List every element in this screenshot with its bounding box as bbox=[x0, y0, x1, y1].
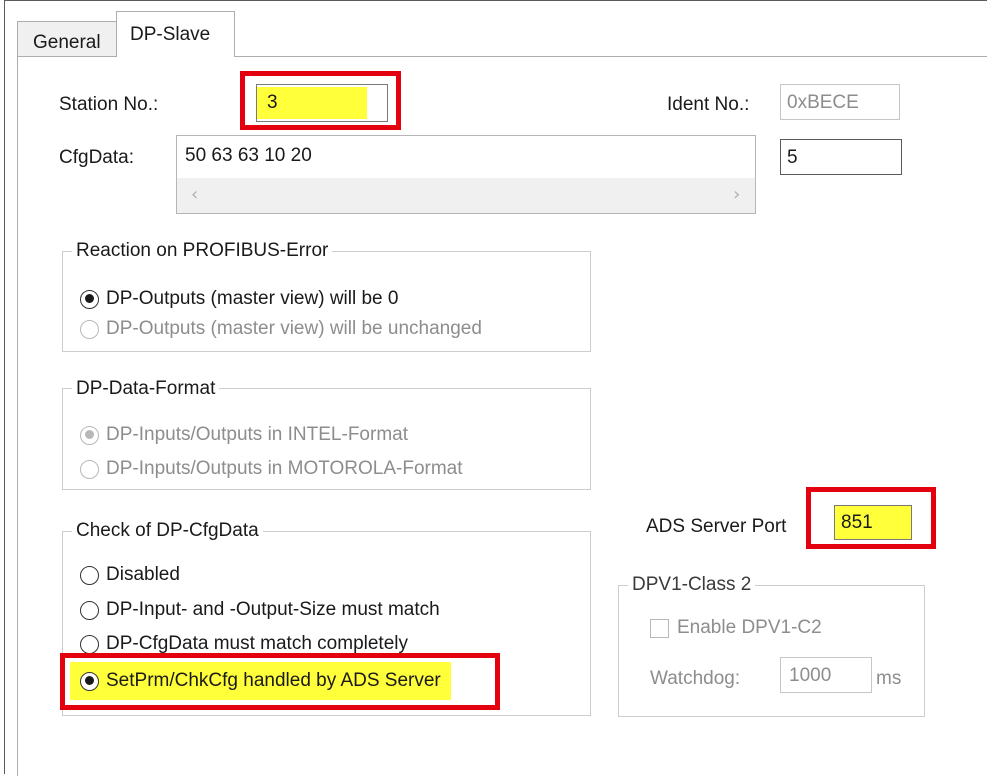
reaction-group-title: Reaction on PROFIBUS-Error bbox=[72, 240, 333, 262]
radio-outputs-unchanged-circle[interactable] bbox=[80, 319, 99, 339]
ads-server-port-label: ADS Server Port bbox=[646, 516, 787, 537]
watchdog-input: 1000 bbox=[780, 657, 872, 693]
radio-outputs-zero-label: DP-Outputs (master view) will be 0 bbox=[106, 288, 399, 309]
radio-motorola-format[interactable]: DP-Inputs/Outputs in MOTOROLA-Format bbox=[80, 458, 463, 480]
radio-outputs-zero-circle[interactable] bbox=[80, 289, 99, 309]
ads-server-port-annotation bbox=[806, 487, 936, 549]
tab-dp-slave[interactable]: DP-Slave bbox=[116, 11, 235, 57]
radio-intel-format-circle[interactable] bbox=[80, 425, 99, 445]
ident-no-label: Ident No.: bbox=[667, 94, 750, 115]
watchdog-unit-label: ms bbox=[876, 668, 902, 689]
tab-general[interactable]: General bbox=[17, 21, 117, 57]
scroll-right-icon[interactable]: › bbox=[733, 184, 740, 205]
cfgdata-label: CfgData: bbox=[59, 147, 134, 168]
radio-outputs-unchanged[interactable]: DP-Outputs (master view) will be unchang… bbox=[80, 318, 482, 340]
radio-outputs-unchanged-label: DP-Outputs (master view) will be unchang… bbox=[106, 318, 482, 339]
radio-intel-format-label: DP-Inputs/Outputs in INTEL-Format bbox=[106, 424, 408, 445]
cfgdata-horizontal-scrollbar[interactable]: ‹ › bbox=[177, 178, 755, 213]
data-format-group-title: DP-Data-Format bbox=[72, 378, 220, 400]
station-no-label: Station No.: bbox=[59, 94, 159, 115]
radio-cfg-disabled-circle[interactable] bbox=[80, 565, 99, 585]
radio-motorola-format-label: DP-Inputs/Outputs in MOTOROLA-Format bbox=[106, 458, 463, 479]
tab-general-label: General bbox=[33, 32, 101, 53]
cfgdata-length-input[interactable]: 5 bbox=[780, 139, 902, 175]
radio-cfgdata-match-completely-label: DP-CfgData must match completely bbox=[106, 633, 408, 654]
enable-dpv1-c2-label: Enable DPV1-C2 bbox=[677, 617, 822, 638]
radio-motorola-format-circle[interactable] bbox=[80, 459, 99, 479]
enable-dpv1-c2-checkbox[interactable]: Enable DPV1-C2 bbox=[650, 617, 822, 639]
radio-size-must-match-circle[interactable] bbox=[80, 600, 99, 620]
radio-cfg-disabled[interactable]: Disabled bbox=[80, 564, 180, 586]
scroll-left-icon[interactable]: ‹ bbox=[191, 184, 198, 205]
station-no-annotation bbox=[240, 71, 401, 130]
radio-cfgdata-match-completely-circle[interactable] bbox=[80, 634, 99, 654]
radio-intel-format[interactable]: DP-Inputs/Outputs in INTEL-Format bbox=[80, 424, 408, 446]
radio-size-must-match[interactable]: DP-Input- and -Output-Size must match bbox=[80, 599, 440, 621]
ads-server-option-annotation bbox=[60, 653, 500, 710]
cfgdata-value: 50 63 63 10 20 bbox=[185, 145, 312, 166]
radio-size-must-match-label: DP-Input- and -Output-Size must match bbox=[106, 599, 440, 620]
watchdog-label: Watchdog: bbox=[650, 668, 741, 689]
radio-cfg-disabled-label: Disabled bbox=[106, 564, 180, 585]
radio-outputs-zero[interactable]: DP-Outputs (master view) will be 0 bbox=[80, 288, 398, 310]
dpv1-groupbox bbox=[618, 585, 925, 717]
check-cfg-group-title: Check of DP-CfgData bbox=[72, 520, 263, 542]
dpv1-group-title: DPV1-Class 2 bbox=[628, 574, 756, 596]
radio-cfgdata-match-completely[interactable]: DP-CfgData must match completely bbox=[80, 633, 408, 655]
enable-dpv1-c2-box[interactable] bbox=[650, 618, 669, 638]
ident-no-input: 0xBECE bbox=[780, 84, 900, 120]
tab-dp-slave-label: DP-Slave bbox=[130, 24, 211, 45]
